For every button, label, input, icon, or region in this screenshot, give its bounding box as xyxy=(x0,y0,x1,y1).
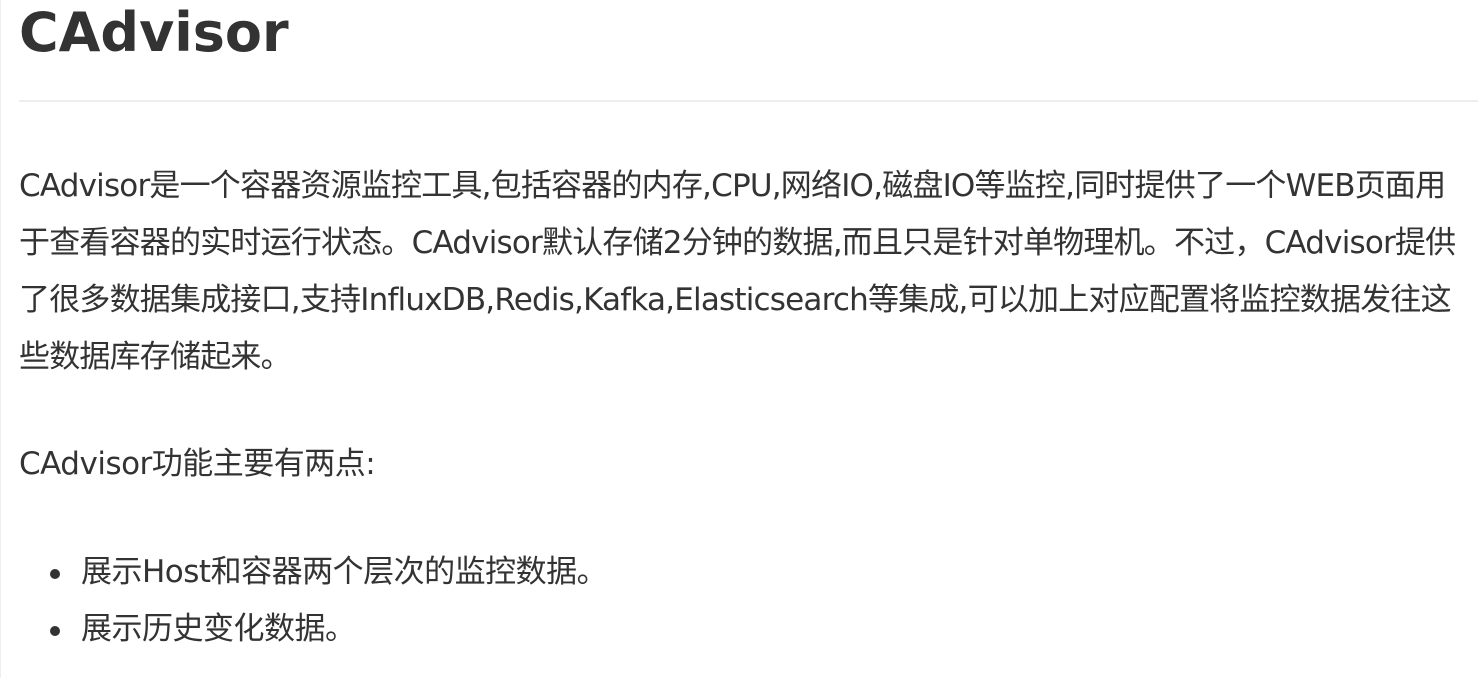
intro-paragraph: CAdvisor是一个容器资源监控工具,包括容器的内存,CPU,网络IO,磁盘I… xyxy=(19,168,1456,375)
page-title: CAdvisor xyxy=(19,1,289,64)
list-item: 展示历史变化数据。 xyxy=(19,601,607,658)
feature-list: 展示Host和容器两个层次的监控数据。 展示历史变化数据。 xyxy=(19,544,608,658)
title-divider xyxy=(19,100,1478,102)
bullet-icon xyxy=(50,626,60,636)
article: CAdvisor CAdvisor是一个容器资源监控工具,包括容器的内存,CPU… xyxy=(0,0,1478,678)
list-item: 展示Host和容器两个层次的监控数据。 xyxy=(19,544,608,601)
feature-text: 展示历史变化数据。 xyxy=(81,611,356,647)
features-heading: CAdvisor功能主要有两点: xyxy=(19,446,376,482)
feature-text: 展示Host和容器两个层次的监控数据。 xyxy=(81,554,608,590)
bullet-icon xyxy=(50,569,60,579)
